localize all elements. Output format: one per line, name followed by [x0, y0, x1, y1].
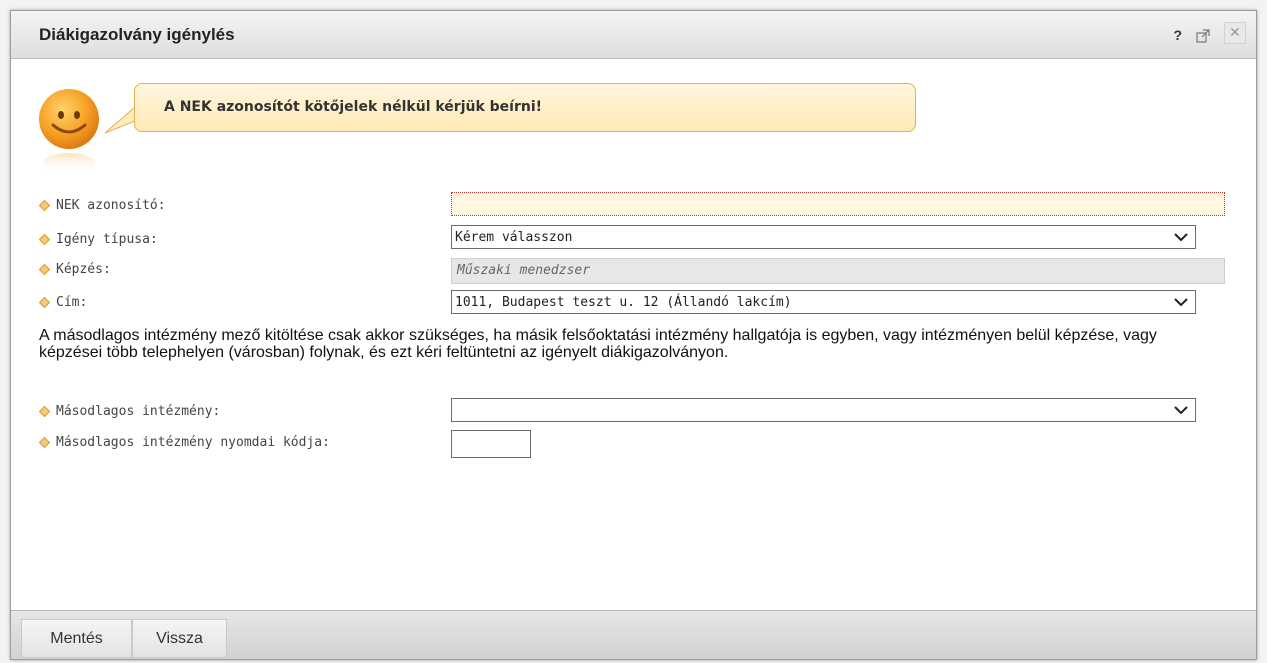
- smiley-icon: [37, 87, 101, 177]
- dialog-footer: Mentés Vissza: [11, 610, 1256, 659]
- kepzes-label: Képzés:: [39, 262, 111, 277]
- save-button[interactable]: Mentés: [21, 619, 132, 658]
- cim-select-value: 1011, Budapest teszt u. 12 (Állandó lakc…: [455, 294, 792, 310]
- chevron-down-icon: [1174, 406, 1188, 415]
- nyomdai-label: Másodlagos intézmény nyomdai kódja:: [39, 435, 330, 450]
- bubble-tail-icon: [105, 106, 135, 134]
- masodlagos-label-text: Másodlagos intézmény:: [56, 404, 221, 419]
- dialog-titlebar[interactable]: Diákigazolvány igénylés ? ✕: [11, 11, 1256, 59]
- masodlagos-label: Másodlagos intézmény:: [39, 404, 220, 419]
- kepzes-label-text: Képzés:: [56, 262, 111, 277]
- secondary-institution-info: A másodlagos intézmény mező kitöltése cs…: [39, 327, 1157, 361]
- nek-input[interactable]: [451, 192, 1225, 216]
- popout-icon[interactable]: [1196, 28, 1210, 43]
- masodlagos-select[interactable]: [451, 398, 1196, 422]
- diamond-icon: [39, 406, 50, 417]
- diamond-icon: [39, 297, 50, 308]
- cim-select[interactable]: 1011, Budapest teszt u. 12 (Állandó lakc…: [451, 290, 1196, 314]
- igeny-select[interactable]: Kérem válasszon: [451, 225, 1196, 249]
- cim-label: Cím:: [39, 295, 87, 310]
- diamond-icon: [39, 264, 50, 275]
- cim-label-text: Cím:: [56, 295, 88, 310]
- titlebar-icons: ? ✕: [1173, 22, 1246, 44]
- page-background: Diákigazolvány igénylés ? ✕ A NEK azonos…: [0, 0, 1267, 663]
- nek-label: NEK azonosító:: [39, 198, 166, 213]
- diamond-icon: [39, 234, 50, 245]
- diamond-icon: [39, 437, 50, 448]
- notice-text: A NEK azonosítót kötőjelek nélkül kérjük…: [164, 99, 543, 115]
- nyomdai-label-text: Másodlagos intézmény nyomdai kódja:: [56, 435, 330, 450]
- dialog-title: Diákigazolvány igénylés: [39, 25, 235, 44]
- help-icon[interactable]: ?: [1173, 27, 1182, 43]
- diamond-icon: [39, 200, 50, 211]
- notice-bubble: A NEK azonosítót kötőjelek nélkül kérjük…: [134, 83, 916, 132]
- nyomdai-input[interactable]: [451, 430, 531, 458]
- nek-label-text: NEK azonosító:: [56, 198, 166, 213]
- igeny-select-value: Kérem válasszon: [455, 229, 573, 245]
- close-icon[interactable]: ✕: [1224, 22, 1246, 44]
- chevron-down-icon: [1174, 233, 1188, 242]
- kepzes-input: Műszaki menedzser: [451, 258, 1225, 284]
- back-button[interactable]: Vissza: [132, 619, 227, 658]
- chevron-down-icon: [1174, 298, 1188, 307]
- igeny-label-text: Igény típusa:: [56, 232, 158, 247]
- dialog-window: Diákigazolvány igénylés ? ✕ A NEK azonos…: [10, 10, 1257, 660]
- igeny-label: Igény típusa:: [39, 232, 158, 247]
